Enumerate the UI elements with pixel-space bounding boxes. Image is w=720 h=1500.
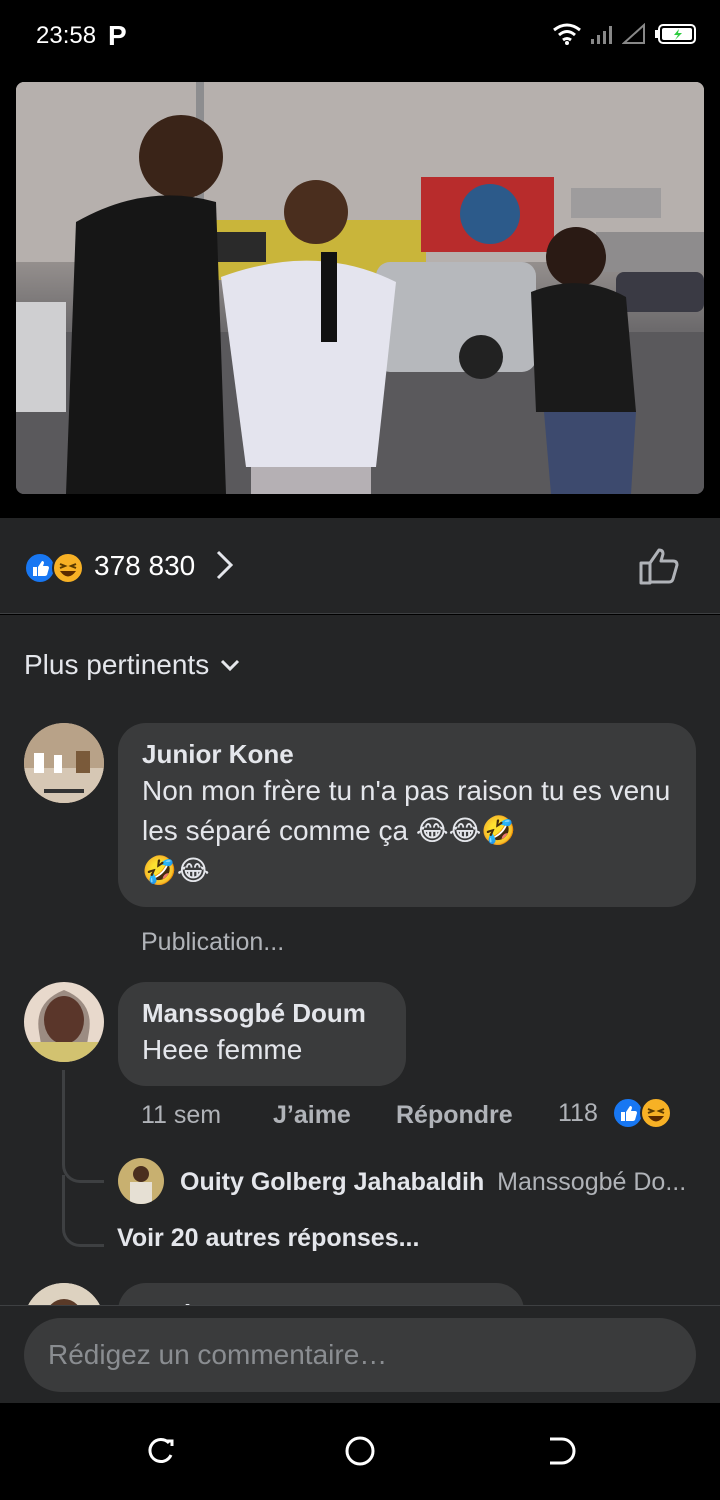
avatar[interactable] [24, 1283, 104, 1305]
comment-reaction-count[interactable]: 118 [558, 1099, 598, 1128]
comment-emoji: 😂😂🤣 [415, 815, 517, 846]
comment-emoji: 🤣😂 [142, 855, 210, 886]
sort-dropdown[interactable]: Plus pertinents [24, 649, 241, 681]
comment-bubble[interactable]: Manssogbé Doum Heee femme [118, 982, 406, 1086]
system-nav-bar [0, 1403, 720, 1500]
video-player[interactable] [16, 82, 704, 494]
status-bar: 23:58 P [0, 0, 720, 72]
comment-author[interactable]: Manssogbé Doum [142, 996, 382, 1030]
reaction-icons[interactable] [24, 552, 84, 584]
reply-text: Manssogbé Do... [497, 1168, 687, 1196]
comment-text-body: Non mon frère tu n'a pas raison tu es ve… [142, 775, 671, 846]
notification-app-icon: P [108, 20, 127, 51]
video-area[interactable] [0, 72, 720, 518]
video-frame-image [16, 82, 704, 494]
signal-icon [591, 26, 612, 44]
status-icons [552, 22, 698, 46]
comment-author[interactable]: Bado BEA [142, 1297, 500, 1305]
comment-meta-publication: Publication... [141, 928, 285, 956]
reply-author: Ouity Golberg Jahabaldih [180, 1168, 485, 1196]
haha-reaction-icon [640, 1097, 672, 1129]
comment-input[interactable] [24, 1318, 696, 1392]
status-time: 23:58 [36, 22, 97, 49]
comment-composer [0, 1305, 720, 1403]
like-comment-button[interactable]: J’aime [273, 1101, 351, 1130]
back-icon[interactable] [544, 1435, 576, 1467]
comments-section[interactable]: Plus pertinents Junior Kone Non mon frèr… [0, 615, 720, 1305]
comment-text: Non mon frère tu n'a pas raison tu es ve… [142, 771, 672, 891]
thread-connector [62, 1175, 104, 1247]
reply-button[interactable]: Répondre [396, 1101, 513, 1130]
avatar[interactable] [24, 723, 104, 803]
signal-empty-icon [622, 23, 645, 44]
reply-preview[interactable]: Ouity Golberg Jahabaldih Manssogbé Do... [180, 1168, 700, 1197]
more-replies-link[interactable]: Voir 20 autres réponses... [117, 1224, 419, 1253]
chevron-down-icon [221, 659, 240, 672]
comment-text: Heee femme [142, 1034, 303, 1065]
comment-author[interactable]: Junior Kone [142, 737, 672, 771]
chevron-right-icon[interactable] [214, 548, 236, 582]
avatar[interactable] [24, 982, 104, 1062]
haha-reaction-icon [52, 552, 84, 584]
reaction-count[interactable]: 378 830 [94, 550, 195, 582]
battery-icon [655, 24, 696, 44]
comment-bubble[interactable]: Bado BEA [118, 1283, 524, 1305]
wifi-icon [553, 23, 581, 45]
sort-label: Plus pertinents [24, 649, 210, 680]
reactions-bar: 378 830 [0, 518, 720, 614]
comment-reaction-icons[interactable] [612, 1097, 672, 1129]
comment-time: 11 sem [141, 1101, 222, 1129]
recent-apps-icon[interactable] [145, 1435, 177, 1467]
like-button-icon[interactable] [638, 546, 682, 586]
comment-bubble[interactable]: Junior Kone Non mon frère tu n'a pas rai… [118, 723, 696, 907]
home-icon[interactable] [344, 1435, 376, 1467]
avatar[interactable] [118, 1158, 164, 1204]
